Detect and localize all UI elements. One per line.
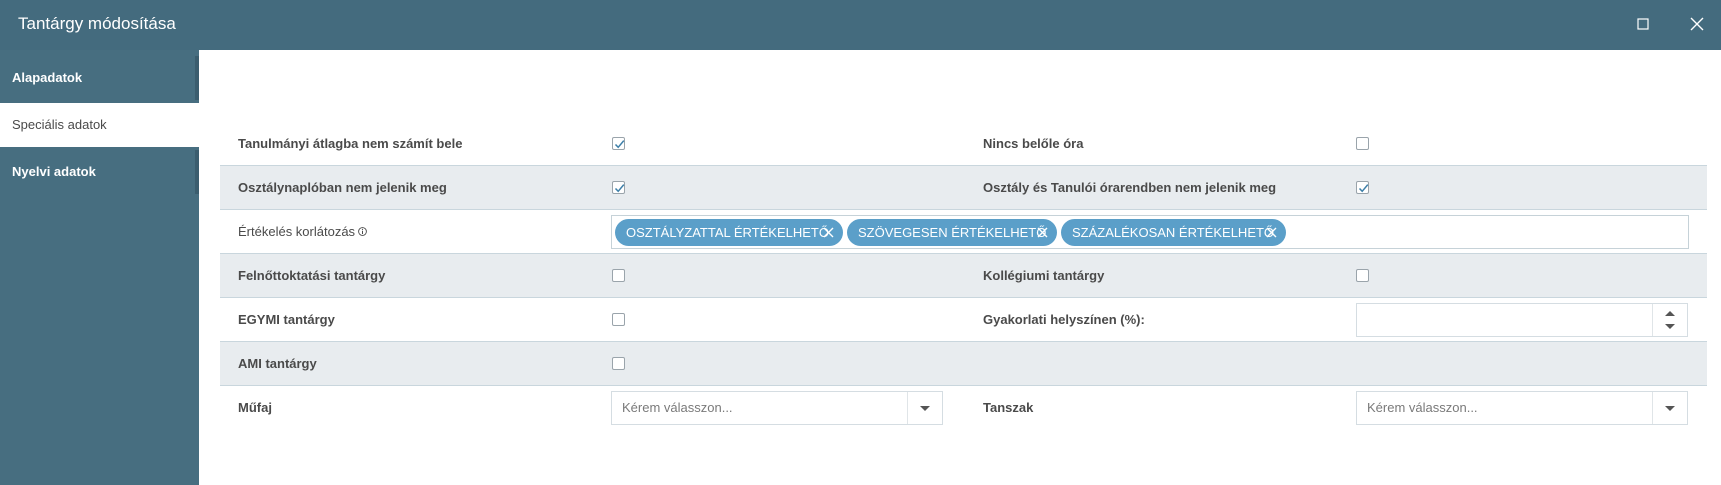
ami-checkbox[interactable] <box>612 357 625 370</box>
nincs-orak-checkbox[interactable] <box>1356 137 1369 150</box>
chevron-down-icon[interactable] <box>1652 392 1687 424</box>
tag-chip: SZÖVEGESEN ÉRTÉKELHETŐ <box>847 219 1057 246</box>
field-label: Osztálynaplóban nem jelenik meg <box>238 180 447 195</box>
tag-chip: OSZTÁLYZATTAL ÉRTÉKELHETŐ <box>615 219 843 246</box>
form-row: Műfaj Kérem válasszon... Tanszak Kérem v… <box>220 386 1707 430</box>
form-row: EGYMI tantárgy Gyakorlati helyszínen (%)… <box>220 298 1707 342</box>
felnottoktatasi-checkbox[interactable] <box>612 269 625 282</box>
form-row: AMI tantárgy <box>220 342 1707 386</box>
field-label: Értékelés korlátozás <box>238 210 367 254</box>
field-label: AMI tantárgy <box>238 356 317 371</box>
field-label: Műfaj <box>238 400 272 415</box>
remove-tag-icon[interactable] <box>823 227 834 238</box>
info-icon <box>358 227 367 236</box>
field-label: Felnőttoktatási tantárgy <box>238 268 386 283</box>
gyakorlati-number-input[interactable] <box>1356 303 1688 337</box>
select-placeholder: Kérem válasszon... <box>1367 400 1478 415</box>
field-label: Tanszak <box>983 400 1034 415</box>
window-titlebar: Tantárgy módosítása <box>0 0 1721 50</box>
sidebar: Alapadatok Speciális adatok Nyelvi adato… <box>0 50 199 485</box>
field-label: Tanulmányi átlagba nem számít bele <box>238 136 463 151</box>
form-row: Osztálynaplóban nem jelenik meg Osztály … <box>220 166 1707 210</box>
close-icon[interactable] <box>1686 13 1708 35</box>
form-panel: Tanulmányi átlagba nem számít bele Nincs… <box>199 50 1721 485</box>
sidebar-item-alapadatok[interactable]: Alapadatok <box>0 56 199 100</box>
chevron-down-icon[interactable] <box>907 392 942 424</box>
field-label: Nincs belőle óra <box>983 136 1084 151</box>
tag-label: SZÖVEGESEN ÉRTÉKELHETŐ <box>858 225 1047 240</box>
sidebar-item-label: Nyelvi adatok <box>12 164 96 179</box>
ertekeles-label: Értékelés korlátozás <box>238 224 356 239</box>
sidebar-item-nyelvi-adatok[interactable]: Nyelvi adatok <box>0 150 199 194</box>
osztalynaplo-checkbox[interactable] <box>612 181 625 194</box>
field-label: Kollégiumi tantárgy <box>983 268 1105 283</box>
ertekeles-tag-input[interactable]: OSZTÁLYZATTAL ÉRTÉKELHETŐ SZÖVEGESEN ÉRT… <box>611 215 1689 249</box>
egymi-checkbox[interactable] <box>612 313 625 326</box>
orarend-checkbox[interactable] <box>1356 181 1369 194</box>
kollegiumi-checkbox[interactable] <box>1356 269 1369 282</box>
mufaj-select[interactable]: Kérem válasszon... <box>611 391 943 425</box>
field-label: EGYMI tantárgy <box>238 312 335 327</box>
tanulmanyi-atlag-checkbox[interactable] <box>612 137 625 150</box>
sidebar-item-label: Alapadatok <box>12 70 83 85</box>
form-row: Értékelés korlátozás OSZTÁLYZATTAL ÉRTÉK… <box>220 210 1707 254</box>
field-label: Osztály és Tanulói órarendben nem jeleni… <box>983 180 1277 195</box>
tag-label: SZÁZALÉKOSAN ÉRTÉKELHETŐ <box>1072 225 1275 240</box>
window-title: Tantárgy módosítása <box>18 14 176 33</box>
sidebar-item-specialis-adatok[interactable]: Speciális adatok <box>0 103 199 147</box>
form-row: Tanulmányi átlagba nem számít bele Nincs… <box>220 122 1707 166</box>
maximize-icon[interactable] <box>1632 13 1654 35</box>
sidebar-item-label: Speciális adatok <box>12 117 107 132</box>
select-placeholder: Kérem válasszon... <box>622 400 733 415</box>
spinner-arrows-icon[interactable] <box>1652 304 1687 336</box>
tag-chip: SZÁZALÉKOSAN ÉRTÉKELHETŐ <box>1061 219 1286 246</box>
tag-label: OSZTÁLYZATTAL ÉRTÉKELHETŐ <box>626 225 829 240</box>
remove-tag-icon[interactable] <box>1037 227 1048 238</box>
tanszak-select[interactable]: Kérem válasszon... <box>1356 391 1688 425</box>
field-label: Gyakorlati helyszínen (%): <box>983 312 1145 327</box>
remove-tag-icon[interactable] <box>1266 227 1277 238</box>
form-row: Felnőttoktatási tantárgy Kollégiumi tant… <box>220 254 1707 298</box>
